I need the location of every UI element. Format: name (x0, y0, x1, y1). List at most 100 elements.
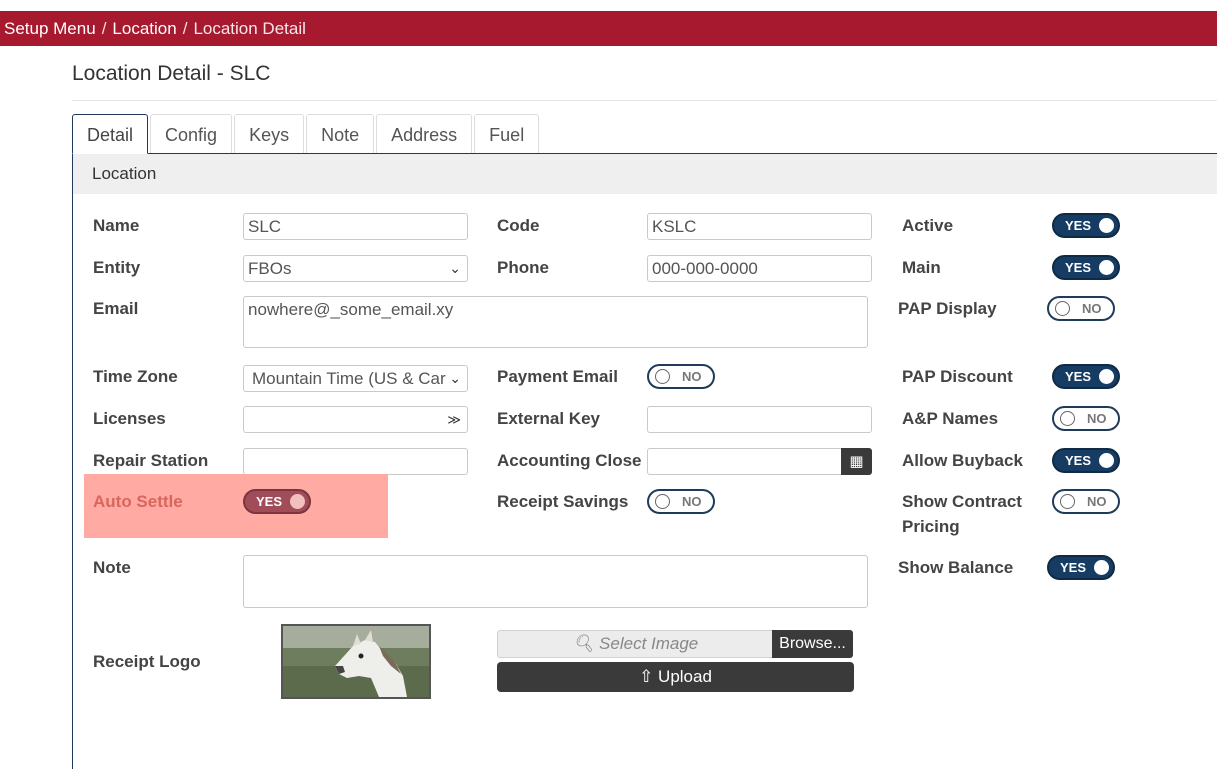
time-zone-value: Mountain Time (US & Car (252, 369, 446, 388)
toggle-knob (290, 494, 305, 509)
main-toggle[interactable]: YES (1052, 255, 1120, 280)
payment-email-label: Payment Email (497, 367, 618, 386)
breadcrumb-separator: / (182, 19, 188, 38)
active-label: Active (902, 216, 954, 235)
toggle-state: NO (1082, 301, 1102, 316)
calendar-icon[interactable]: ▦ (841, 448, 872, 475)
pap-discount-label: PAP Discount (902, 367, 1013, 386)
breadcrumb-separator: / (101, 19, 107, 38)
toggle-state: NO (1087, 411, 1107, 426)
upload-icon: ⇧ (639, 667, 654, 686)
external-key-label: External Key (497, 409, 600, 428)
repair-station-input[interactable] (243, 448, 468, 475)
section-header-location: Location (73, 154, 1217, 194)
chevron-down-icon: ⌄ (449, 260, 461, 276)
note-label: Note (93, 558, 131, 577)
breadcrumb-location[interactable]: Location (112, 19, 176, 38)
tab-fuel[interactable]: Fuel (474, 114, 540, 154)
divider (72, 100, 1217, 101)
allow-buyback-toggle[interactable]: YES (1052, 448, 1120, 473)
toggle-knob (1099, 260, 1114, 275)
toggle-state: NO (682, 494, 702, 509)
llama-image (283, 626, 429, 697)
receipt-savings-toggle[interactable]: NO (647, 489, 715, 514)
upload-label: Upload (658, 667, 712, 686)
search-icon: 🔍︎ (572, 634, 595, 653)
browse-button[interactable]: Browse... (772, 630, 853, 658)
toggle-state: NO (1087, 494, 1107, 509)
main-label: Main (902, 258, 941, 277)
pap-discount-toggle[interactable]: YES (1052, 364, 1120, 389)
show-balance-toggle[interactable]: YES (1047, 555, 1115, 580)
entity-label: Entity (93, 258, 141, 277)
tab-address[interactable]: Address (376, 114, 473, 154)
breadcrumb: Setup Menu / Location / Location Detail (0, 11, 1217, 46)
toggle-state: YES (1065, 453, 1092, 468)
breadcrumb-location-detail: Location Detail (193, 19, 306, 38)
email-label: Email (93, 299, 139, 318)
email-field[interactable]: nowhere@_some_email.xy (243, 296, 868, 348)
licenses-select[interactable]: ≫ (243, 406, 468, 433)
tab-keys[interactable]: Keys (234, 114, 305, 154)
show-contract-pricing-toggle[interactable]: NO (1052, 489, 1120, 514)
active-toggle[interactable]: YES (1052, 213, 1120, 238)
top-strip (0, 0, 1217, 11)
time-zone-select[interactable]: Mountain Time (US & Car ⌄ (243, 365, 468, 392)
licenses-label: Licenses (93, 409, 166, 428)
name-input[interactable]: SLC (243, 213, 468, 240)
pap-display-toggle[interactable]: NO (1047, 296, 1115, 321)
toggle-knob (1099, 218, 1114, 233)
toggle-knob (1099, 369, 1114, 384)
pap-display-label: PAP Display (898, 299, 997, 318)
select-image-field[interactable]: 🔍︎ Select Image (497, 630, 774, 658)
tab-note[interactable]: Note (306, 114, 375, 154)
note-textarea[interactable] (243, 555, 868, 608)
show-contract-pricing-label-line2: Pricing (902, 517, 960, 536)
select-image-placeholder: Select Image (599, 634, 699, 653)
phone-input[interactable]: 000-000-0000 (647, 255, 872, 282)
toggle-state: YES (1060, 560, 1087, 575)
toggle-knob (1060, 494, 1075, 509)
chevron-down-icon: ⌄ (449, 370, 461, 386)
breadcrumb-setup-menu[interactable]: Setup Menu (4, 19, 96, 38)
double-chevron-down-icon: ≫ (447, 412, 461, 427)
phone-label: Phone (497, 258, 549, 277)
toggle-knob (655, 494, 670, 509)
allow-buyback-label: Allow Buyback (902, 451, 1023, 470)
time-zone-label: Time Zone (93, 367, 178, 386)
show-contract-pricing-label: Show Contract (902, 492, 1022, 511)
code-label: Code (497, 216, 540, 235)
ap-names-label: A&P Names (902, 409, 999, 428)
panel-border (72, 153, 73, 769)
auto-settle-toggle[interactable]: YES (243, 489, 311, 514)
external-key-input[interactable] (647, 406, 872, 433)
toggle-knob (1055, 301, 1070, 316)
accounting-close-label: Accounting Close (497, 451, 642, 470)
accounting-close-input[interactable] (647, 448, 842, 475)
toggle-state: YES (1065, 218, 1092, 233)
toggle-state: YES (1065, 369, 1092, 384)
tab-config[interactable]: Config (150, 114, 233, 154)
receipt-savings-label: Receipt Savings (497, 492, 629, 511)
tab-detail[interactable]: Detail (72, 114, 149, 154)
name-label: Name (93, 216, 140, 235)
payment-email-toggle[interactable]: NO (647, 364, 715, 389)
toggle-knob (1060, 411, 1075, 426)
entity-select[interactable]: FBOs ⌄ (243, 255, 468, 282)
repair-station-label: Repair Station (93, 451, 209, 470)
receipt-logo-label: Receipt Logo (93, 652, 201, 671)
toggle-knob (655, 369, 670, 384)
toggle-knob (1094, 560, 1109, 575)
tab-bar: Detail Config Keys Note Address Fuel (72, 114, 541, 154)
code-input[interactable]: KSLC (647, 213, 872, 240)
page-title: Location Detail - SLC (72, 62, 271, 85)
auto-settle-label: Auto Settle (93, 492, 183, 511)
toggle-state: YES (256, 494, 283, 509)
toggle-knob (1099, 453, 1114, 468)
receipt-logo-image (281, 624, 431, 699)
show-balance-label: Show Balance (898, 558, 1014, 577)
entity-value: FBOs (248, 259, 292, 278)
upload-button[interactable]: ⇧ Upload (497, 662, 854, 692)
ap-names-toggle[interactable]: NO (1052, 406, 1120, 431)
toggle-state: YES (1065, 260, 1092, 275)
